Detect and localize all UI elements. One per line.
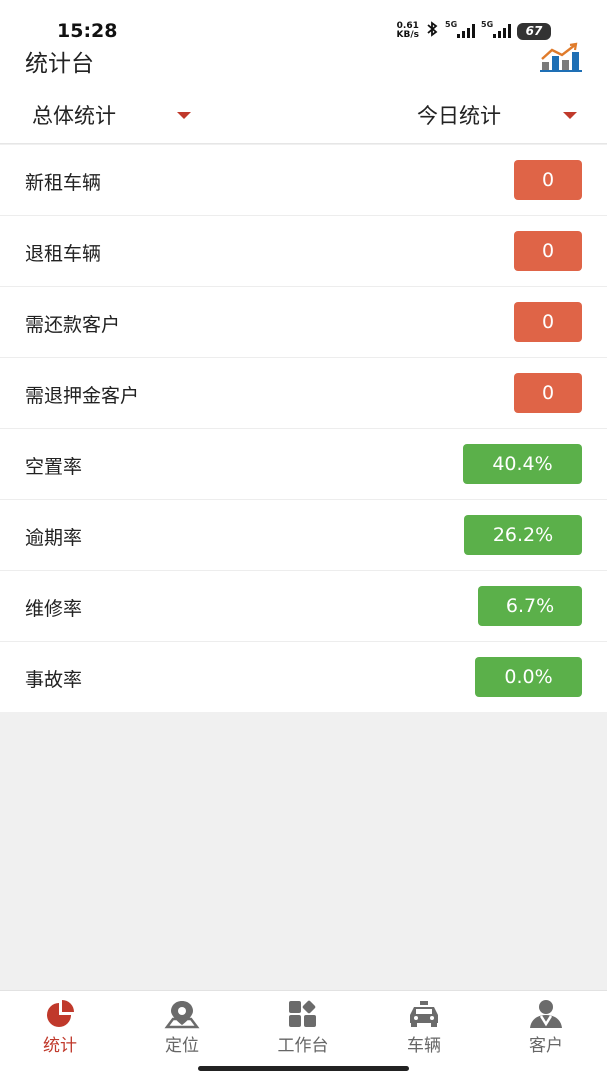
stat-row-vacancy-rate: 空置率 40.4% (0, 429, 607, 500)
stat-label: 逾期率 (25, 527, 83, 549)
status-time: 15:28 (57, 20, 118, 42)
stat-label: 需退押金客户 (25, 385, 140, 407)
stat-row-overdue-rate: 逾期率 26.2% (0, 500, 607, 571)
page-title: 统计台 (25, 51, 94, 77)
stat-label: 退租车辆 (25, 243, 102, 265)
location-pin-icon (132, 999, 232, 1029)
stat-label: 维修率 (25, 598, 83, 620)
stat-value-badge: 0 (514, 231, 582, 271)
stat-value-badge: 26.2% (464, 515, 582, 555)
stat-row-deposit-refund-customers: 需退押金客户 0 (0, 358, 607, 429)
chevron-down-icon[interactable] (563, 112, 577, 119)
stat-value-badge: 0.0% (475, 657, 582, 697)
app-header: 统计台 (0, 42, 607, 86)
chart-icon[interactable] (539, 42, 583, 74)
stat-value-badge: 0 (514, 302, 582, 342)
stat-value-badge: 6.7% (478, 586, 582, 626)
stats-list: 新租车辆 0 退租车辆 0 需还款客户 0 需退押金客户 0 空置率 40.4%… (0, 145, 607, 712)
tab-label: 客户 (529, 1036, 563, 1056)
tab-label: 统计 (43, 1036, 77, 1056)
car-icon (374, 999, 474, 1029)
tab-statistics[interactable]: 统计 (10, 999, 110, 1059)
stat-value-badge: 40.4% (463, 444, 582, 484)
stat-value-badge: 0 (514, 373, 582, 413)
tab-workbench[interactable]: 工作台 (253, 999, 353, 1059)
status-indicators: 0.61 KB/s 5G 5G 67 (397, 20, 551, 42)
network-speed: 0.61 KB/s (397, 22, 419, 40)
chevron-down-icon[interactable] (177, 112, 191, 119)
tab-label: 定位 (165, 1036, 199, 1056)
tab-label: 工作台 (277, 1036, 329, 1056)
home-indicator[interactable] (198, 1066, 409, 1071)
status-bar: 15:28 0.61 KB/s 5G 5G 67 (0, 0, 607, 44)
battery-level: 67 (525, 24, 543, 38)
tab-customers[interactable]: 客户 (496, 999, 596, 1059)
stat-label: 需还款客户 (25, 314, 121, 336)
network-speed-unit: KB/s (396, 30, 419, 40)
signal-icon-1: 5G (445, 20, 475, 38)
tab-location[interactable]: 定位 (132, 999, 232, 1059)
stat-row-repayment-customers: 需还款客户 0 (0, 287, 607, 358)
stat-value-badge: 0 (514, 160, 582, 200)
overall-stats-dropdown[interactable]: 总体统计 (32, 100, 116, 130)
bluetooth-icon (425, 21, 439, 41)
battery-icon: 67 (517, 22, 551, 40)
stat-row-new-rentals: 新租车辆 0 (0, 145, 607, 216)
stat-label: 新租车辆 (25, 172, 102, 194)
stat-label: 事故率 (25, 669, 83, 691)
customer-icon (496, 999, 596, 1029)
stat-row-accident-rate: 事故率 0.0% (0, 642, 607, 712)
pie-chart-icon (10, 999, 110, 1029)
signal-icon-2: 5G (481, 20, 511, 38)
stat-row-repair-rate: 维修率 6.7% (0, 571, 607, 642)
filter-bar: 总体统计 今日统计 (0, 86, 607, 144)
workbench-icon (253, 999, 353, 1029)
stat-row-returned-rentals: 退租车辆 0 (0, 216, 607, 287)
tab-label: 车辆 (407, 1036, 441, 1056)
stat-label: 空置率 (25, 456, 83, 478)
tab-vehicles[interactable]: 车辆 (374, 999, 474, 1059)
today-stats-dropdown[interactable]: 今日统计 (417, 100, 501, 130)
